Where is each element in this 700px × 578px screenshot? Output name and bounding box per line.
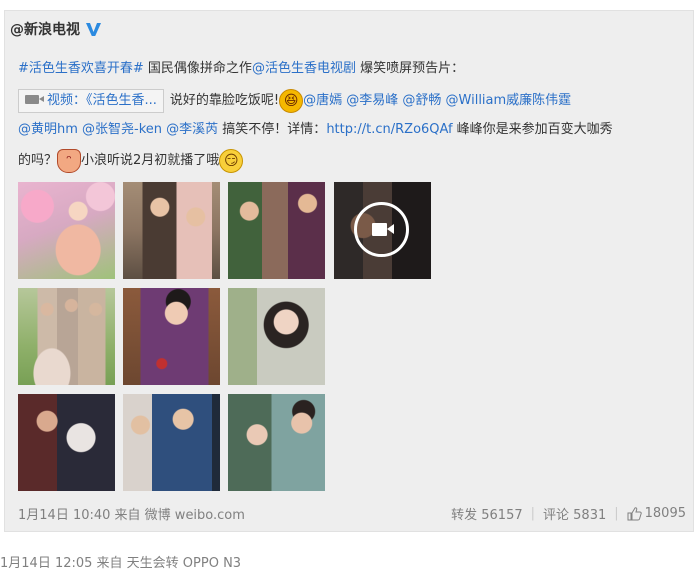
divider: | xyxy=(530,506,535,521)
photo-elderly-costume[interactable] xyxy=(18,394,115,491)
photo-man-blue-coat[interactable] xyxy=(123,394,220,491)
smirk-face-icon: 😏 xyxy=(219,149,244,173)
video-camera-icon xyxy=(25,95,44,104)
divider: | xyxy=(614,506,619,521)
post-text-line-4: 的吗？ ᵔ 小浪听说2月初就播了哦 😏 xyxy=(18,149,244,173)
post-text: 小浪听说2月初就播了哦 xyxy=(81,153,220,168)
video-link-chip[interactable]: 视频：《活色生香... xyxy=(18,89,164,113)
like-count: 18095 xyxy=(644,506,686,521)
repost-label: 转发 xyxy=(451,508,478,523)
photo-smiling-girl[interactable] xyxy=(228,288,325,385)
mention-links[interactable]: @唐嫣 @李易峰 @舒畅 @William威廉陈伟霆 xyxy=(303,93,571,108)
post-text: 说好的靠脸吃饭呢! xyxy=(169,93,280,108)
video-play-icon[interactable] xyxy=(354,202,409,257)
post-actions: 转发 56157 | 评论 5831 | 18095 xyxy=(451,504,686,523)
photo-woman-purple[interactable] xyxy=(123,288,220,385)
photo-two-actors[interactable] xyxy=(123,182,220,279)
comment-label: 评论 xyxy=(543,508,570,523)
verified-v-icon xyxy=(85,21,102,38)
elf-face-icon: ᵔ xyxy=(57,149,82,173)
video-thumbnail[interactable] xyxy=(334,182,431,279)
author-name[interactable]: @新浪电视 xyxy=(10,19,80,39)
photo-group-field[interactable] xyxy=(18,288,115,385)
post-text: 爆笑喷屏预告片： xyxy=(355,61,465,76)
repost-count: 56157 xyxy=(481,508,523,523)
post-text: 搞笑不停！详情： xyxy=(218,122,327,137)
repost-timestamp-source[interactable]: 1月14日 12:05 来自 天生会转 OPPO N3 xyxy=(0,552,241,571)
post-text: 峰峰你是来参加百变大咖秀 xyxy=(452,122,613,137)
post-text: 国民偶像拼命之作 xyxy=(143,61,252,76)
short-url-link[interactable]: http://t.cn/RZo6QAf xyxy=(326,122,452,137)
laughing-face-icon: 😆 xyxy=(279,89,304,113)
post-text: 的吗？ xyxy=(18,153,58,168)
thumbs-up-icon xyxy=(627,506,642,521)
mention-link[interactable]: @活色生香电视剧 xyxy=(252,61,356,76)
post-text-line-3: @黄明hm @张智尧-ken @李溪芮 搞笑不停！详情：http://t.cn/… xyxy=(18,121,613,139)
video-link-label: 视频：《活色生香... xyxy=(47,93,157,108)
mention-links[interactable]: @黄明hm @张智尧-ken @李溪芮 xyxy=(18,122,218,137)
photo-couple-talking[interactable] xyxy=(228,182,325,279)
photo-two-women[interactable] xyxy=(228,394,325,491)
post-timestamp-source[interactable]: 1月14日 10:40 来自 微博 weibo.com xyxy=(18,504,245,523)
post-text-line-1: #活色生香欢喜开春# 国民偶像拼命之作@活色生香电视剧 爆笑喷屏预告片： xyxy=(18,60,464,78)
photo-girl-blossoms[interactable] xyxy=(18,182,115,279)
like-button[interactable]: 18095 xyxy=(627,506,686,521)
photo-grid xyxy=(18,182,438,492)
post-author: @新浪电视 xyxy=(10,19,102,39)
post-text-line-2: 视频：《活色生香... 说好的靠脸吃饭呢! 😆 @唐嫣 @李易峰 @舒畅 @Willi… xyxy=(18,89,571,113)
repost-button[interactable]: 转发 56157 xyxy=(451,504,523,523)
comment-button[interactable]: 评论 5831 xyxy=(543,504,606,523)
hashtag-link[interactable]: #活色生香欢喜开春# xyxy=(18,61,144,76)
comment-count: 5831 xyxy=(573,508,607,523)
